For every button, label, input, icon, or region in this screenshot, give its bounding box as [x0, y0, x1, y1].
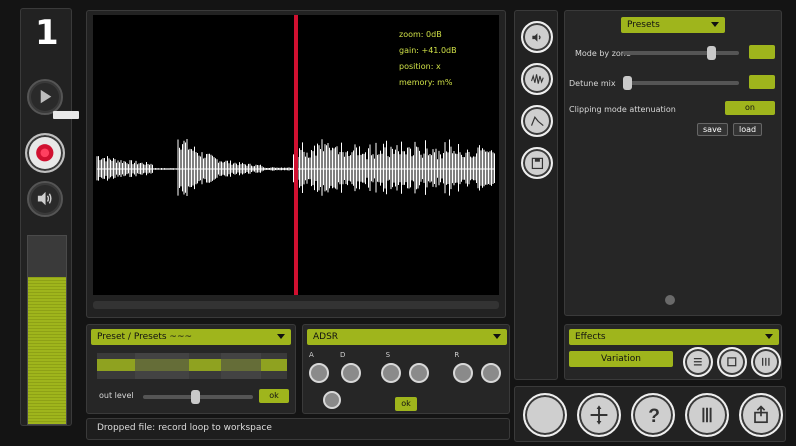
export-button[interactable] — [739, 393, 783, 437]
app-window: 1 zoom: 0dB gain: +41.0dB position: x me… — [0, 0, 796, 446]
loop-tool-button[interactable] — [521, 21, 553, 53]
mixer-icon — [702, 407, 712, 423]
blank-button[interactable] — [523, 393, 567, 437]
help-button[interactable]: ? — [631, 393, 675, 437]
release-knob[interactable] — [453, 363, 473, 383]
stack-button[interactable] — [717, 347, 747, 377]
adsr-selector[interactable]: ADSR — [307, 329, 507, 345]
adsr-label-r: R — [454, 351, 460, 359]
attack-knob[interactable] — [309, 363, 329, 383]
stat-label: position: — [399, 62, 434, 71]
stack-icon — [727, 357, 737, 367]
adsr-panel: ADSR ok A D S R — [302, 324, 510, 414]
clipping-toggle[interactable]: on — [725, 101, 775, 115]
stat-label: zoom: — [399, 30, 424, 39]
grid-button[interactable] — [751, 347, 781, 377]
status-text: Dropped file: record loop to workspace — [97, 423, 272, 433]
mixer-button[interactable] — [685, 393, 729, 437]
save-option[interactable]: save — [697, 123, 728, 136]
save-tool-button[interactable] — [521, 147, 553, 179]
preset-selector[interactable]: Preset / Presets ~~~ — [91, 329, 291, 345]
load-option[interactable]: load — [733, 123, 763, 136]
bottom-toolbar: ? — [514, 386, 786, 442]
out-level-slider[interactable] — [143, 390, 253, 404]
floppy-icon — [531, 157, 543, 169]
svg-text:?: ? — [648, 406, 660, 427]
decay-knob[interactable] — [341, 363, 361, 383]
tool-column — [514, 10, 558, 380]
stat-value: 0dB — [426, 30, 442, 39]
list-icon — [694, 358, 702, 366]
stats-readout: zoom: 0dB gain: +41.0dB position: x memo… — [399, 27, 457, 91]
detune-label: Detune mix — [569, 79, 616, 88]
detune-slider[interactable] — [623, 76, 739, 90]
status-bar: Dropped file: record loop to workspace — [86, 418, 510, 440]
speaker-loop-icon — [531, 32, 541, 42]
preset-panel: Preset / Presets ~~~ out level ok — [86, 324, 296, 414]
curve-knob[interactable] — [323, 391, 341, 409]
move-button[interactable] — [577, 393, 621, 437]
stat-label: gain: — [399, 46, 419, 55]
clipping-label: Clipping mode attenuation — [569, 105, 676, 114]
transport-column: 1 — [20, 8, 79, 426]
panel-scroll-indicator[interactable] — [665, 295, 675, 305]
stat-value: +41.0dB — [421, 46, 457, 55]
volume-button[interactable] — [27, 181, 63, 217]
adsr-sync-labels: A D S R — [309, 351, 459, 359]
sustain-knob[interactable] — [381, 363, 401, 383]
adsr-label-d: D — [340, 351, 346, 359]
wave-icon — [530, 73, 544, 84]
mode-slider[interactable] — [623, 46, 739, 60]
effects-dropdown[interactable]: Effects — [569, 329, 779, 345]
play-icon — [41, 90, 52, 104]
level-meter-fill — [28, 277, 66, 424]
sustain2-knob[interactable] — [409, 363, 429, 383]
channel-number: 1 — [35, 13, 59, 53]
variation-button[interactable]: Variation — [569, 351, 673, 367]
envelope-tool-button[interactable] — [521, 105, 553, 137]
record-icon — [36, 144, 54, 162]
export-icon — [754, 405, 768, 424]
speaker-icon — [38, 192, 52, 206]
detune-value[interactable] — [749, 75, 775, 89]
mode-value[interactable] — [749, 45, 775, 59]
adsr-value[interactable]: ok — [395, 397, 417, 411]
play-badge — [53, 111, 79, 119]
waveform-scrollbar[interactable] — [93, 301, 499, 309]
waveform-canvas[interactable]: zoom: 0dB gain: +41.0dB position: x memo… — [93, 15, 499, 295]
settings-panel: Presets Mode by zone Detune mix Clipping… — [564, 10, 782, 316]
adsr-label-a: A — [309, 351, 314, 359]
stat-label: memory: — [399, 78, 435, 87]
adsr-label-s: S — [385, 351, 391, 359]
record-button[interactable] — [25, 133, 65, 173]
waveform-panel: zoom: 0dB gain: +41.0dB position: x memo… — [86, 10, 506, 318]
preset-dropdown[interactable]: Presets — [621, 17, 725, 33]
wave-tool-button[interactable] — [521, 63, 553, 95]
level-meter — [27, 235, 67, 425]
out-level-label: out level — [99, 391, 134, 400]
list-button[interactable] — [683, 347, 713, 377]
release2-knob[interactable] — [481, 363, 501, 383]
preset-strip[interactable] — [97, 353, 287, 379]
stat-value: x — [435, 62, 441, 71]
help-icon: ? — [648, 406, 660, 427]
grid-icon — [762, 358, 770, 366]
envelope-icon — [530, 115, 544, 126]
stat-value: m% — [437, 78, 453, 87]
move-icon — [590, 405, 608, 425]
play-button[interactable] — [27, 79, 63, 115]
out-level-value[interactable]: ok — [259, 389, 289, 403]
effects-panel: Effects Variation — [564, 324, 782, 380]
playhead-marker[interactable] — [294, 15, 298, 295]
